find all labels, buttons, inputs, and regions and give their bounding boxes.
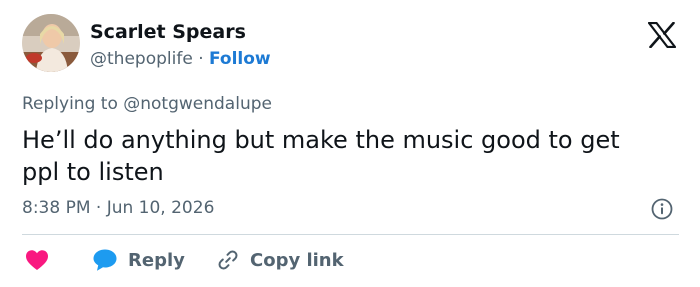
info-icon[interactable]: [651, 198, 673, 220]
reply-context: Replying to @notgwendalupe: [22, 94, 272, 114]
tweet-card: Scarlet Spears @thepoplife · Follow Repl…: [0, 0, 700, 287]
link-icon: [218, 250, 238, 270]
handle-separator: ·: [198, 49, 204, 69]
copy-link-button[interactable]: Copy link: [216, 244, 344, 276]
author-handle-line: @thepoplife · Follow: [90, 49, 271, 69]
author-handle[interactable]: @thepoplife: [90, 49, 193, 69]
divider: [22, 234, 679, 235]
copy-link-label: Copy link: [250, 249, 344, 271]
author-display-name[interactable]: Scarlet Spears: [90, 21, 246, 43]
avatar[interactable]: [22, 14, 80, 72]
tweet-text-line: ppl to listen: [22, 158, 164, 186]
tweet-text-line: He’ll do anything but make the music goo…: [22, 126, 620, 154]
speech-bubble-icon: [93, 249, 117, 271]
heart-icon: [26, 250, 48, 270]
reply-label: Reply: [128, 249, 185, 271]
action-bar: Reply Copy link: [0, 244, 700, 276]
like-button[interactable]: [25, 244, 49, 276]
follow-button[interactable]: Follow: [209, 49, 271, 69]
tweet-text: He’ll do anything but make the music goo…: [22, 124, 682, 188]
timestamp[interactable]: 8:38 PM · Jun 10, 2026: [22, 198, 214, 218]
x-logo-icon[interactable]: [647, 21, 677, 49]
reply-button[interactable]: Reply: [92, 244, 185, 276]
